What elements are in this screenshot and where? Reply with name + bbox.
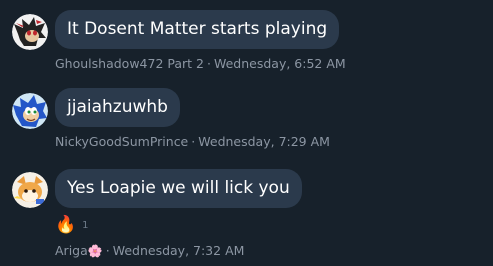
meta-separator: · <box>191 134 196 149</box>
message-meta: NickyGoodSumPrince · Wednesday, 7:29 AM <box>55 134 330 149</box>
author-name[interactable]: Ghoulshadow472 Part 2 <box>55 56 204 71</box>
message-meta: Ghoulshadow472 Part 2 · Wednesday, 6:52 AM <box>55 56 346 71</box>
author-name[interactable]: Ariga <box>55 243 88 258</box>
reaction-count: 1 <box>82 219 89 231</box>
meta-separator: · <box>207 56 211 71</box>
message-bubble[interactable]: It Dosent Matter starts playing <box>55 10 340 49</box>
shadow-hedgehog-avatar[interactable] <box>12 14 48 50</box>
reaction-badge[interactable]: 🔥 1 <box>55 215 89 235</box>
message-meta: Ariga🌸 · Wednesday, 7:32 AM <box>55 243 244 258</box>
fox-avatar[interactable] <box>12 172 48 208</box>
message-text: Yes Loapie we will lick you <box>67 178 290 198</box>
timestamp: Wednesday, 6:52 AM <box>213 56 346 71</box>
author-name[interactable]: NickyGoodSumPrince <box>55 134 188 149</box>
meta-separator: · <box>105 243 110 258</box>
message-bubble[interactable]: jjaiahzuwhb <box>55 88 180 127</box>
timestamp: Wednesday, 7:29 AM <box>198 134 330 149</box>
sonic-avatar[interactable] <box>12 93 48 129</box>
timestamp: Wednesday, 7:32 AM <box>112 243 245 258</box>
message-bubble[interactable]: Yes Loapie we will lick you <box>55 169 302 208</box>
cherry-blossom-icon: 🌸 <box>87 244 103 258</box>
fire-icon: 🔥 <box>55 215 77 235</box>
message-text: jjaiahzuwhb <box>67 97 168 117</box>
message-text: It Dosent Matter starts playing <box>67 19 328 39</box>
